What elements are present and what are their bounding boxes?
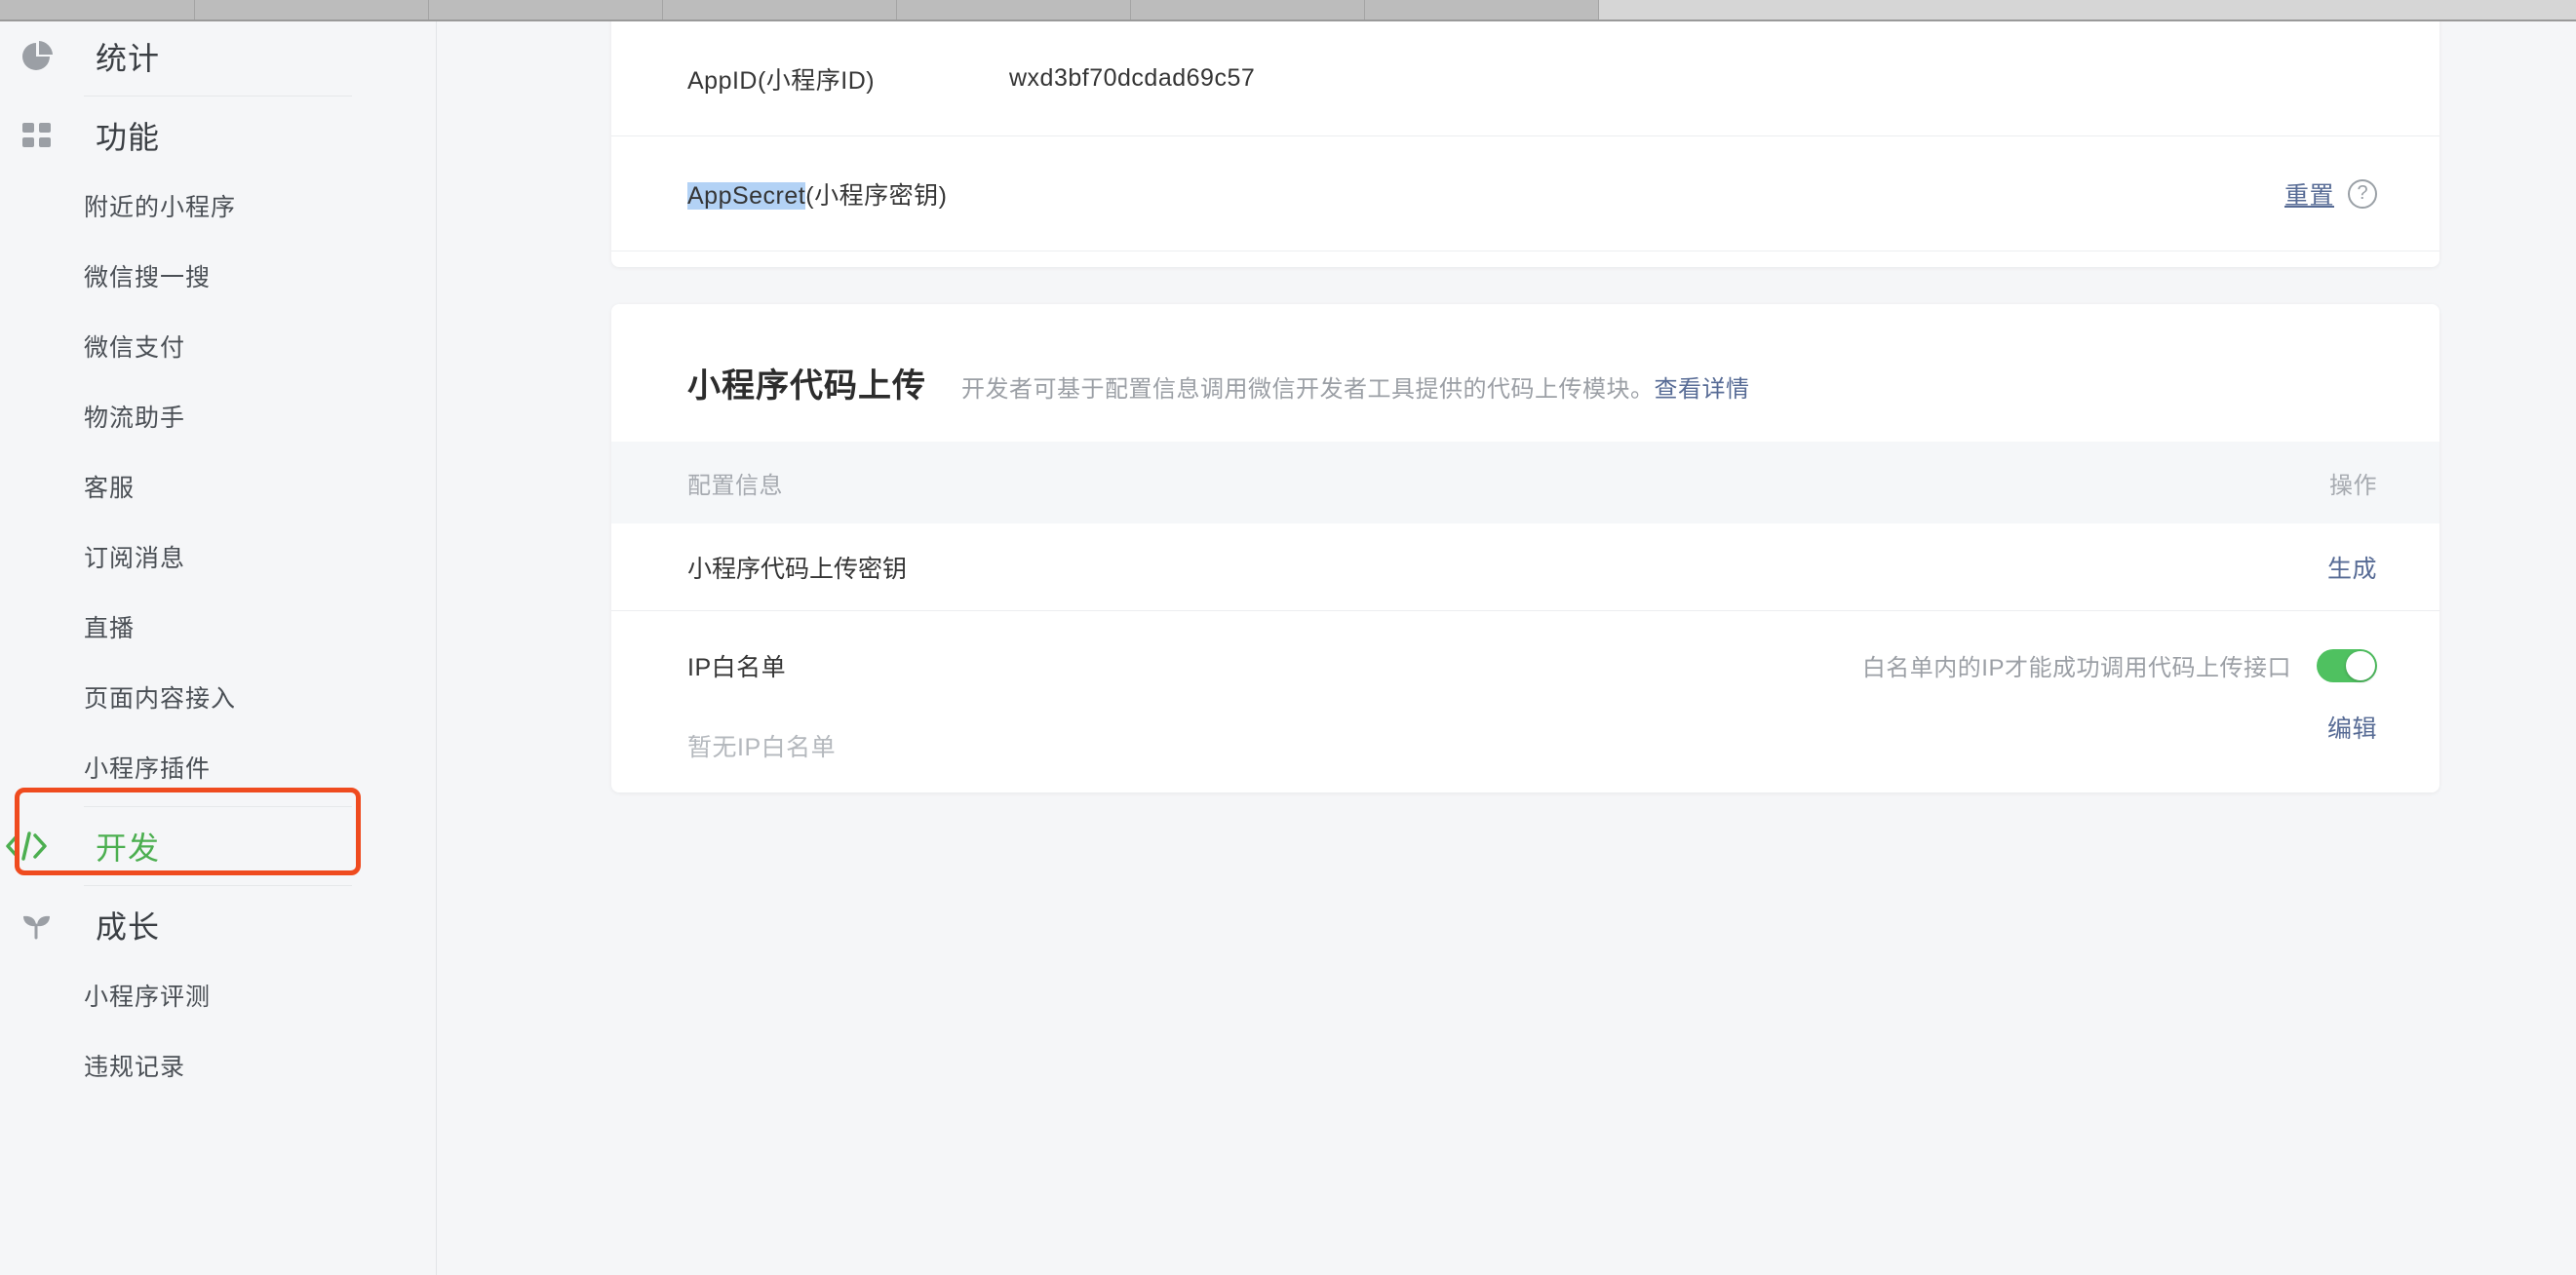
appid-label: AppID(小程序ID) bbox=[687, 66, 876, 95]
sidebar-group-function: 功能 附近的小程序 微信搜一搜 微信支付 物流助手 客服 订阅消息 直播 页面内… bbox=[0, 100, 436, 802]
sidebar: 统计 功能 附近的小程序 微信搜一搜 微信支付 物流助手 客服 订阅消息 直播 … bbox=[0, 21, 437, 1275]
appsecret-selected-text: AppSecret bbox=[687, 181, 806, 210]
sidebar-item-violation-record[interactable]: 违规记录 bbox=[0, 1030, 436, 1101]
view-details-link[interactable]: 查看详情 bbox=[1655, 376, 1750, 403]
browser-tab-empty-area[interactable] bbox=[1599, 0, 2576, 19]
browser-tab[interactable] bbox=[663, 0, 897, 19]
upload-key-actions: 生成 bbox=[2327, 550, 2377, 585]
sidebar-item-miniprogram-review[interactable]: 小程序评测 bbox=[0, 960, 436, 1030]
sidebar-item-develop[interactable]: 开发 bbox=[0, 788, 436, 881]
main-content: AppID(小程序ID) wxd3bf70dcdad69c57 AppSecre… bbox=[437, 21, 2576, 1275]
sidebar-item-wechat-pay[interactable]: 微信支付 bbox=[0, 311, 436, 381]
browser-tab[interactable] bbox=[195, 0, 429, 19]
sidebar-divider bbox=[84, 806, 352, 807]
pie-chart-icon bbox=[12, 40, 62, 73]
sidebar-item-subscribe-message[interactable]: 订阅消息 bbox=[0, 522, 436, 592]
sidebar-item-label: 成长 bbox=[96, 909, 161, 945]
sidebar-item-page-content-access[interactable]: 页面内容接入 bbox=[0, 662, 436, 732]
ip-whitelist-toggle[interactable] bbox=[2317, 648, 2377, 682]
ip-whitelist-label: IP白名单 bbox=[687, 654, 787, 681]
browser-tab[interactable] bbox=[429, 0, 663, 19]
sidebar-divider bbox=[84, 96, 352, 97]
appid-row: AppID(小程序ID) wxd3bf70dcdad69c57 bbox=[611, 21, 2439, 136]
browser-tab[interactable] bbox=[1131, 0, 1365, 19]
sidebar-item-stats[interactable]: 统计 bbox=[0, 21, 436, 92]
sidebar-item-logistics-assistant[interactable]: 物流助手 bbox=[0, 381, 436, 451]
card-title: 小程序代码上传 bbox=[687, 367, 926, 405]
table-row: 小程序代码上传密钥 生成 bbox=[611, 523, 2439, 611]
code-icon bbox=[6, 831, 62, 861]
column-header-action: 操作 bbox=[2329, 472, 2377, 499]
card-description-text: 开发者可基于配置信息调用微信开发者工具提供的代码上传模块。 bbox=[961, 376, 1655, 403]
browser-tab[interactable] bbox=[1365, 0, 1599, 19]
browser-tab[interactable] bbox=[0, 0, 195, 19]
ip-whitelist-empty-text: 暂无IP白名单 bbox=[687, 734, 837, 761]
card-description: 开发者可基于配置信息调用微信开发者工具提供的代码上传模块。查看详情 bbox=[961, 369, 1750, 404]
sidebar-item-label: 开发 bbox=[96, 831, 161, 866]
reset-link[interactable]: 重置 bbox=[2284, 176, 2334, 212]
appsecret-actions: 重置 ? bbox=[2284, 176, 2377, 212]
column-header-config: 配置信息 bbox=[687, 472, 783, 499]
sidebar-item-wechat-search[interactable]: 微信搜一搜 bbox=[0, 241, 436, 311]
sidebar-item-function[interactable]: 功能 bbox=[0, 100, 436, 171]
sidebar-item-miniprogram-plugin[interactable]: 小程序插件 bbox=[0, 732, 436, 802]
sidebar-group-stats: 统计 bbox=[0, 21, 436, 92]
sprout-icon bbox=[12, 910, 62, 940]
browser-tab[interactable] bbox=[897, 0, 1131, 19]
sidebar-item-live[interactable]: 直播 bbox=[0, 592, 436, 662]
ip-whitelist-cell: IP白名单 暂无IP白名单 bbox=[687, 648, 1862, 763]
table-header-row: 配置信息 操作 bbox=[611, 442, 2439, 523]
sidebar-item-label: 功能 bbox=[96, 120, 161, 155]
help-icon[interactable]: ? bbox=[2348, 178, 2377, 209]
upload-key-label: 小程序代码上传密钥 bbox=[687, 555, 908, 583]
appsecret-label-rest: (小程序密钥) bbox=[805, 181, 948, 210]
appsecret-label: AppSecret(小程序密钥) bbox=[687, 176, 2284, 212]
ip-whitelist-actions: 白名单内的IP才能成功调用代码上传接口 编辑 bbox=[1862, 648, 2377, 745]
sidebar-item-growth[interactable]: 成长 bbox=[0, 890, 436, 960]
table-row: IP白名单 暂无IP白名单 白名单内的IP才能成功调用代码上传接口 编辑 bbox=[611, 611, 2439, 792]
grid-icon bbox=[12, 121, 62, 150]
sidebar-group-growth: 成长 小程序评测 违规记录 bbox=[0, 890, 436, 1101]
toggle-knob bbox=[2346, 650, 2375, 680]
ip-whitelist-toggle-group: 白名单内的IP才能成功调用代码上传接口 bbox=[1862, 648, 2377, 682]
code-upload-header: 小程序代码上传 开发者可基于配置信息调用微信开发者工具提供的代码上传模块。查看详… bbox=[611, 304, 2439, 442]
generate-link[interactable]: 生成 bbox=[2327, 550, 2377, 585]
sidebar-divider bbox=[84, 885, 352, 886]
sidebar-item-label: 统计 bbox=[96, 41, 161, 76]
browser-tab-strip bbox=[0, 0, 2576, 21]
basic-info-card: AppID(小程序ID) wxd3bf70dcdad69c57 AppSecre… bbox=[611, 21, 2439, 267]
sidebar-item-customer-service[interactable]: 客服 bbox=[0, 451, 436, 522]
sidebar-group-develop: 开发 bbox=[0, 788, 436, 881]
sidebar-item-nearby-miniprogram[interactable]: 附近的小程序 bbox=[0, 171, 436, 241]
code-upload-card: 小程序代码上传 开发者可基于配置信息调用微信开发者工具提供的代码上传模块。查看详… bbox=[611, 304, 2439, 792]
appid-value: wxd3bf70dcdad69c57 bbox=[1009, 64, 1256, 92]
edit-link[interactable]: 编辑 bbox=[2327, 710, 2377, 745]
appsecret-row: AppSecret(小程序密钥) 重置 ? bbox=[611, 136, 2439, 251]
ip-whitelist-hint: 白名单内的IP才能成功调用代码上传接口 bbox=[1861, 655, 2291, 681]
